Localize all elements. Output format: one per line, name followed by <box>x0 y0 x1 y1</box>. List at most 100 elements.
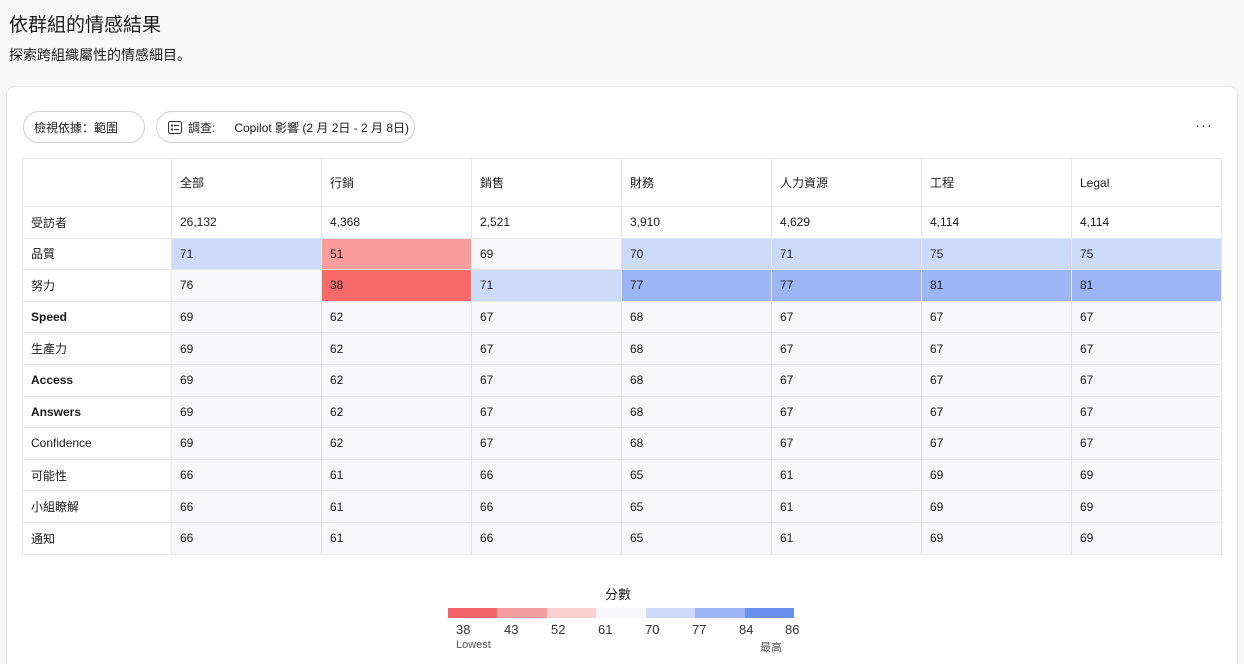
table-cell: 61 <box>771 458 922 492</box>
table-cell: 26,132 <box>171 206 322 239</box>
table-cell: 66 <box>171 521 322 555</box>
table-cell: 69 <box>1071 458 1222 492</box>
row-label: 小組瞭解 <box>22 490 172 523</box>
row-label: 生產力 <box>22 332 172 365</box>
table-cell: 69 <box>171 363 322 397</box>
more-options-icon[interactable]: ··· <box>1195 117 1213 134</box>
table-row: 通知 66 61 66 65 61 69 69 <box>22 521 1222 555</box>
table-cell: 4,114 <box>921 206 1072 239</box>
table-cell: 62 <box>321 300 472 334</box>
table-cell: 67 <box>921 427 1072 460</box>
column-header: 人力資源 <box>771 158 922 207</box>
column-header-blank <box>22 158 172 207</box>
table-cell: 81 <box>921 269 1072 302</box>
legend-swatch <box>497 608 547 618</box>
legend-ticks: 38 43 52 61 70 77 84 86 <box>448 622 808 638</box>
row-label: Speed <box>22 300 172 334</box>
legend-tick-label: 77 <box>692 622 707 637</box>
table-row: Access 69 62 67 68 67 67 67 <box>22 363 1222 397</box>
table-cell: 69 <box>171 427 322 460</box>
table-row: 努力 76 38 71 77 77 81 81 <box>22 269 1222 302</box>
legend-high-label: 最高 <box>760 642 782 654</box>
table-cell: 66 <box>471 490 622 523</box>
table-cell: 67 <box>471 332 622 365</box>
page-subtitle: 探索跨組織屬性的情感細目。 <box>9 47 191 63</box>
column-header: 全部 <box>171 158 322 207</box>
table-cell: 67 <box>771 332 922 365</box>
table-cell: 67 <box>1071 363 1222 397</box>
legend-tick-label: 43 <box>504 622 519 637</box>
table-row: 品質 71 51 69 70 71 75 75 <box>22 237 1222 271</box>
table-cell: 75 <box>1071 237 1222 271</box>
row-label: 可能性 <box>22 458 172 492</box>
table-cell: 68 <box>621 300 772 334</box>
table-cell: 66 <box>471 458 622 492</box>
table-cell: 3,910 <box>621 206 772 239</box>
table-cell: 38 <box>321 269 472 302</box>
table-cell: 67 <box>471 300 622 334</box>
table-cell: 65 <box>621 458 772 492</box>
table-row: 可能性 66 61 66 65 61 69 69 <box>22 458 1222 492</box>
table-cell: 65 <box>621 490 772 523</box>
table-cell: 77 <box>771 269 922 302</box>
table-cell: 66 <box>171 490 322 523</box>
table-cell: 62 <box>321 363 472 397</box>
survey-value: Copilot 影響 (2 月 2日 - 2 月 8日) <box>234 120 410 135</box>
score-legend: 分數 38 43 52 61 70 77 84 86 Lowest 最高 <box>448 584 808 654</box>
table-cell: 71 <box>471 269 622 302</box>
view-by-filter-button[interactable]: 檢視依據：範圍 <box>23 111 145 143</box>
table-cell: 61 <box>321 458 472 492</box>
legend-low-label: Lowest <box>456 639 491 651</box>
column-header: 財務 <box>621 158 772 207</box>
legend-tick-label: 38 <box>456 622 471 637</box>
row-label: 努力 <box>22 269 172 302</box>
legend-swatch <box>744 608 794 618</box>
table-cell: 75 <box>921 237 1072 271</box>
table-cell: 67 <box>471 395 622 429</box>
survey-list-icon <box>168 120 182 134</box>
table-row: 生產力 69 62 67 68 67 67 67 <box>22 332 1222 365</box>
table-cell: 69 <box>1071 490 1222 523</box>
table-cell: 69 <box>171 395 322 429</box>
table-cell: 71 <box>171 237 322 271</box>
sentiment-table: 全部 行銷 銷售 財務 人力資源 工程 Legal 受訪者 26,132 4,368 2,521 3… <box>22 158 1222 555</box>
table-cell: 77 <box>621 269 772 302</box>
row-label: 通知 <box>22 521 172 555</box>
table-cell: 4,368 <box>321 206 472 239</box>
table-row: Answers 69 62 67 68 67 67 67 <box>22 395 1222 429</box>
legend-swatch <box>596 608 646 618</box>
table-cell: 67 <box>921 395 1072 429</box>
survey-label: 調查: <box>188 120 216 135</box>
legend-ends: Lowest 最高 <box>448 639 808 654</box>
legend-tick-label: 70 <box>645 622 660 637</box>
table-cell: 51 <box>321 237 472 271</box>
sentiment-card: 檢視依據：範圍 調查: Copilot 影響 (2 月 2日 - 2 月 8日)… <box>7 87 1237 664</box>
legend-color-bar <box>448 608 794 618</box>
row-label: Answers <box>22 395 172 429</box>
table-cell: 67 <box>1071 427 1222 460</box>
table-cell: 61 <box>321 490 472 523</box>
page-title: 依群組的情感結果 <box>9 15 162 36</box>
table-cell: 67 <box>771 395 922 429</box>
table-cell: 68 <box>621 332 772 365</box>
table-cell: 67 <box>921 363 1072 397</box>
table-cell: 67 <box>471 427 622 460</box>
row-label: Confidence <box>22 427 172 460</box>
table-cell: 69 <box>471 237 622 271</box>
table-row: Confidence 69 62 67 68 67 67 67 <box>22 427 1222 460</box>
table-cell: 69 <box>1071 521 1222 555</box>
table-cell: 70 <box>621 237 772 271</box>
table-cell: 76 <box>171 269 322 302</box>
table-cell: 66 <box>471 521 622 555</box>
legend-swatch <box>695 608 745 618</box>
table-cell: 66 <box>171 458 322 492</box>
table-cell: 61 <box>771 521 922 555</box>
legend-swatch <box>546 608 597 618</box>
table-cell: 67 <box>1071 300 1222 334</box>
table-cell: 69 <box>921 521 1072 555</box>
column-header: 工程 <box>921 158 1072 207</box>
row-label: Access <box>22 363 172 397</box>
survey-filter-button[interactable]: 調查: Copilot 影響 (2 月 2日 - 2 月 8日) <box>156 111 415 143</box>
table-row: Speed 69 62 67 68 67 67 67 <box>22 300 1222 334</box>
table-row: 受訪者 26,132 4,368 2,521 3,910 4,629 4,114 4,114 <box>22 206 1222 239</box>
